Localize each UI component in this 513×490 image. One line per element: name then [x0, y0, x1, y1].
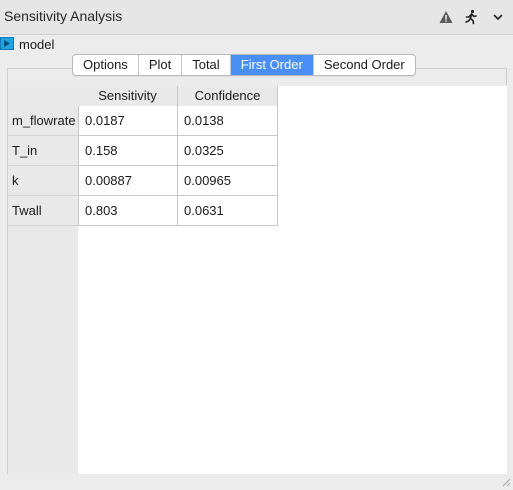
- tab-second-order[interactable]: Second Order: [314, 55, 415, 75]
- table-cell[interactable]: 0.00965: [178, 166, 278, 196]
- column-header-sensitivity[interactable]: Sensitivity: [78, 86, 178, 106]
- panel-title: Sensitivity Analysis: [4, 8, 123, 24]
- warning-icon[interactable]: [438, 9, 454, 25]
- model-row[interactable]: model: [0, 35, 513, 55]
- panel-titlebar: Sensitivity Analysis: [0, 0, 513, 35]
- table-cell[interactable]: 0.0187: [78, 106, 178, 136]
- table-cell[interactable]: 0.158: [78, 136, 178, 166]
- run-icon[interactable]: [463, 9, 479, 25]
- row-header-m-flowrate[interactable]: m_flowrate: [8, 106, 78, 136]
- table-cell[interactable]: 0.0138: [178, 106, 278, 136]
- row-header-twall[interactable]: Twall: [8, 196, 78, 226]
- row-header-t-in[interactable]: T_in: [8, 136, 78, 166]
- resize-grip[interactable]: [499, 475, 511, 487]
- table-cell[interactable]: 0.00887: [78, 166, 178, 196]
- tab-options[interactable]: Options: [73, 55, 139, 75]
- table-cell[interactable]: 0.0631: [178, 196, 278, 226]
- tab-bar: Options Plot Total First Order Second Or…: [72, 54, 416, 76]
- model-label: model: [19, 37, 55, 52]
- tab-first-order[interactable]: First Order: [230, 55, 314, 75]
- table-cell[interactable]: 0.803: [78, 196, 178, 226]
- tab-total[interactable]: Total: [182, 55, 231, 75]
- column-header-confidence[interactable]: Confidence: [178, 86, 278, 106]
- model-icon: [0, 37, 14, 50]
- row-header-k[interactable]: k: [8, 166, 78, 196]
- table-cell[interactable]: 0.0325: [178, 136, 278, 166]
- results-table: Sensitivity Confidence m_flowrate 0.0187…: [8, 86, 507, 474]
- chevron-down-icon[interactable]: [490, 9, 506, 25]
- table-corner[interactable]: [8, 86, 78, 106]
- tab-plot[interactable]: Plot: [139, 55, 183, 75]
